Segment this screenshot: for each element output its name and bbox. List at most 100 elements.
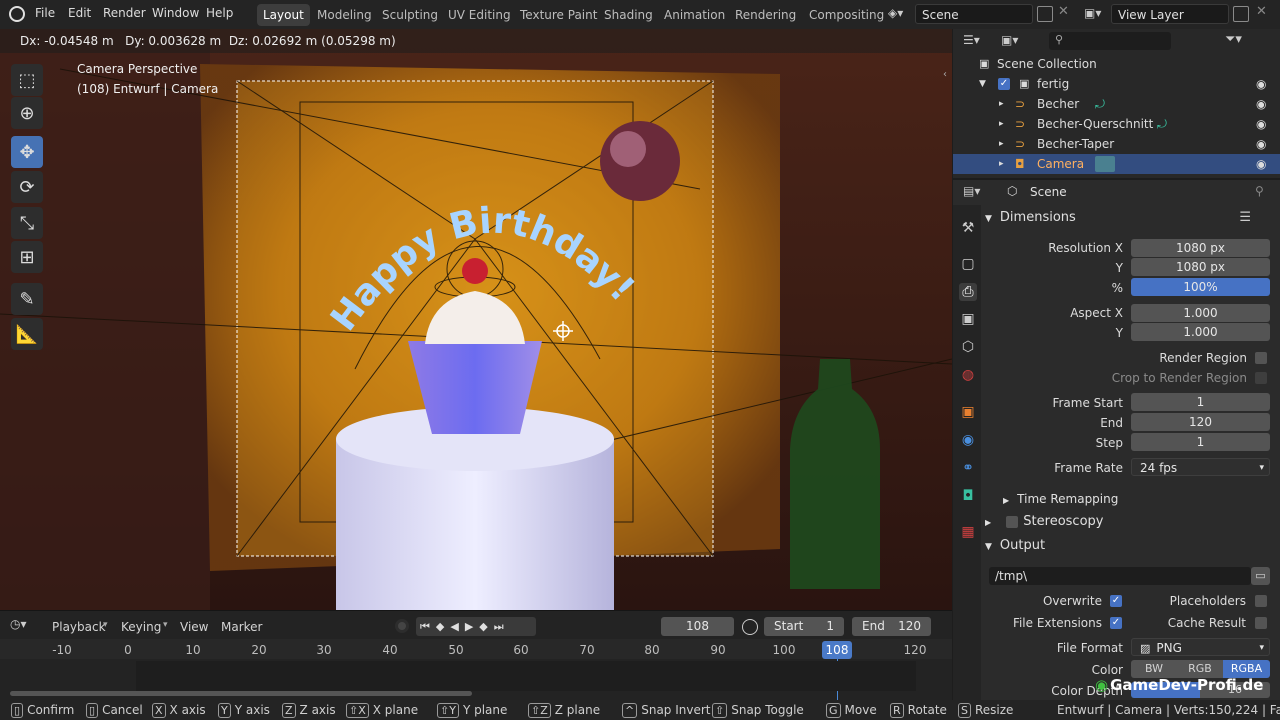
tab-animation[interactable]: Animation [658,4,731,26]
sidebar-toggle-icon[interactable]: ‹ [943,69,947,80]
output-panel-header[interactable]: ▼ Output [985,535,1273,557]
remove-scene-icon[interactable]: ✕ [1058,4,1069,19]
disclosure-triangle-icon[interactable]: ▸ [999,114,1004,134]
start-frame-field[interactable]: Start 1 [764,617,844,636]
outliner-row-becher-taper[interactable]: ▸ ⊃ Becher-Taper ◉ [953,134,1280,154]
keyframe-area[interactable] [136,661,916,691]
view-layer-field[interactable]: View Layer [1111,4,1229,24]
pin-icon[interactable]: ⚲ [1255,184,1264,198]
render-region-checkbox[interactable] [1255,352,1267,364]
disclosure-triangle-icon[interactable]: ▸ [999,134,1004,154]
folder-icon[interactable]: ▭ [1251,567,1270,585]
filter-icon[interactable]: ⏷▾ [1225,32,1242,47]
measure-icon[interactable]: 📐 [11,318,43,350]
constraints-tab-icon[interactable]: ⚭ [959,459,977,477]
stereoscopy-panel-header[interactable]: ▶ Stereoscopy [985,511,1273,533]
marker-menu[interactable]: Marker [221,620,262,634]
outliner-row-fertig[interactable]: ▼ ✓ ▣ fertig ◉ [953,74,1280,94]
tab-uv-editing[interactable]: UV Editing [442,4,517,26]
select-box-icon[interactable]: ⬚ [11,64,43,96]
playback-controls[interactable]: ⏮◆◀▶◆⏭ [416,617,536,636]
move-icon[interactable]: ✥ [11,136,43,168]
blender-logo-icon[interactable] [9,6,25,22]
tab-shading[interactable]: Shading [598,4,659,26]
eye-icon[interactable]: ◉ [1256,114,1270,131]
scene-selector-icon[interactable]: ◈▾ [888,6,910,22]
texture-tab-icon[interactable]: ▦ [959,523,977,541]
end-frame-field[interactable]: End 120 [852,617,931,636]
aspect-y-field[interactable]: 1.000 [1131,323,1270,341]
outliner-search-input[interactable]: ⚲ [1049,32,1171,50]
crop-region-checkbox[interactable] [1255,372,1267,384]
disclosure-triangle-icon[interactable]: ▼ [979,74,986,94]
view-layer-tab-icon[interactable]: ▣ [959,310,977,328]
playhead-frame-badge[interactable]: 108 [822,641,852,659]
disclosure-triangle-icon[interactable]: ▸ [999,94,1004,114]
cache-result-checkbox[interactable] [1255,617,1267,629]
menu-window[interactable]: Window [152,6,199,20]
annotate-icon[interactable]: ✎ [11,283,43,315]
scale-icon[interactable]: ⤡ [11,207,43,239]
stopwatch-icon[interactable] [742,619,758,635]
output-tab-icon[interactable]: ⎙ [959,283,977,301]
collection-checkbox[interactable]: ✓ [998,78,1010,90]
view-layer-icon[interactable]: ▣▾ [1084,6,1106,22]
outliner-row-scene-collection[interactable]: ▣ Scene Collection [953,54,1280,74]
rotate-icon[interactable]: ⟳ [11,171,43,203]
presets-icon[interactable]: ☰ [1239,207,1251,229]
world-tab-icon[interactable]: ◍ [959,366,977,384]
eye-icon[interactable]: ◉ [1256,74,1270,91]
outliner-row-camera[interactable]: ▸ ◘ Camera ◉ [953,154,1280,174]
tool-tab-icon[interactable]: ⚒ [959,219,977,237]
outliner-editor-type-icon[interactable]: ☰▾ [963,33,980,47]
resolution-y-field[interactable]: 1080 px [1131,258,1270,276]
physics-tab-icon[interactable]: ◉ [959,431,977,449]
placeholders-checkbox[interactable] [1255,595,1267,607]
scene-tab-icon[interactable]: ⬡ [959,338,977,356]
frame-rate-select[interactable]: 24 fps ▾ [1131,458,1270,476]
data-tab-icon[interactable]: ◘ [959,487,977,505]
menu-file[interactable]: File [35,6,55,20]
file-extensions-checkbox[interactable]: ✓ [1110,617,1122,629]
resolution-x-field[interactable]: 1080 px [1131,239,1270,257]
cursor-icon[interactable]: ⊕ [11,97,43,129]
scene-name-field[interactable]: Scene [915,4,1033,24]
editor-type-icon[interactable]: ◷▾ [10,617,40,636]
new-view-layer-icon[interactable] [1233,6,1249,22]
time-remapping-subpanel[interactable]: ▶ Time Remapping [1003,488,1280,510]
tab-sculpting[interactable]: Sculpting [376,4,444,26]
overwrite-checkbox[interactable]: ✓ [1110,595,1122,607]
render-tab-icon[interactable]: ▢ [959,255,977,273]
display-mode-icon[interactable]: ▣▾ [1001,33,1018,47]
frame-step-field[interactable]: 1 [1131,433,1270,451]
menu-edit[interactable]: Edit [68,6,91,20]
view-menu[interactable]: View [180,620,208,634]
outliner-row-becher-querschnitt[interactable]: ▸ ⊃ Becher-Querschnitt ⤾ ◉ [953,114,1280,134]
record-icon[interactable] [395,619,409,633]
frame-ruler[interactable] [0,639,952,659]
eye-icon[interactable]: ◉ [1256,134,1270,151]
resolution-percent-field[interactable]: 100% [1131,278,1270,296]
dimensions-panel-header[interactable]: ▼ Dimensions ☰ [985,207,1273,229]
tab-compositing[interactable]: Compositing [803,4,890,26]
tab-rendering[interactable]: Rendering [729,4,802,26]
output-path-input[interactable]: /tmp\ [989,567,1251,585]
playback-menu[interactable]: Playback [52,620,106,634]
tab-layout[interactable]: Layout [257,4,310,26]
stereoscopy-checkbox[interactable] [1006,516,1018,528]
new-scene-icon[interactable] [1037,6,1053,22]
eye-icon[interactable]: ◉ [1256,154,1270,171]
horizontal-scrollbar[interactable] [10,691,472,696]
tab-texture-paint[interactable]: Texture Paint [514,4,603,26]
current-frame-field[interactable]: 108 [661,617,734,636]
3d-viewport[interactable]: Happy Birthday! Dx: -0.04548 m Dy: 0.003… [0,29,952,610]
aspect-x-field[interactable]: 1.000 [1131,304,1270,322]
menu-render[interactable]: Render [103,6,146,20]
keying-menu[interactable]: Keying [121,620,161,634]
outliner-row-becher[interactable]: ▸ ⊃ Becher ⤾ ◉ [953,94,1280,114]
frame-start-field[interactable]: 1 [1131,393,1270,411]
menu-help[interactable]: Help [206,6,233,20]
transform-icon[interactable]: ⊞ [11,241,43,273]
properties-editor-type-icon[interactable]: ▤▾ [963,184,980,198]
frame-end-field[interactable]: 120 [1131,413,1270,431]
